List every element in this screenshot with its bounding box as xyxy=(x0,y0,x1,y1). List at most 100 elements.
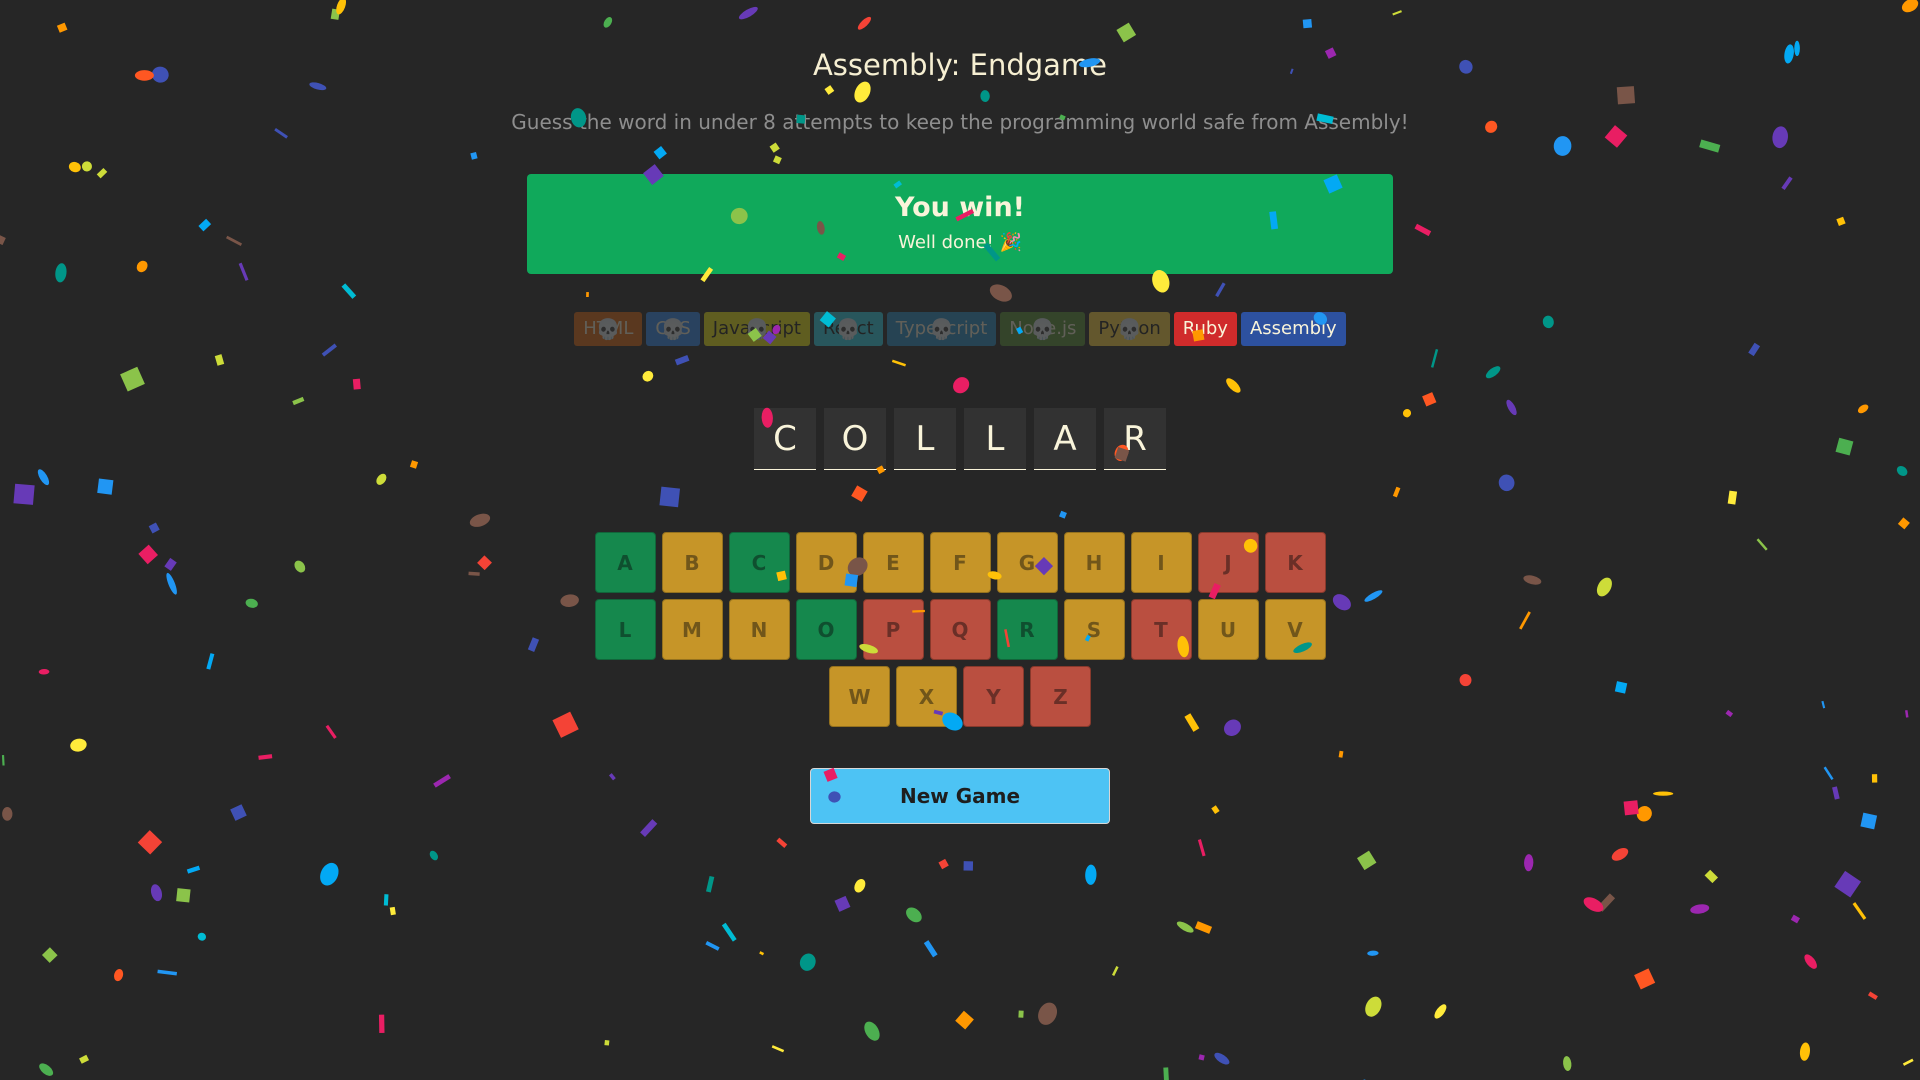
confetti-piece xyxy=(1392,10,1402,16)
confetti-piece xyxy=(1897,517,1910,530)
confetti-piece xyxy=(137,830,163,855)
confetti-piece xyxy=(1519,611,1531,630)
key-j[interactable]: J xyxy=(1197,532,1259,593)
key-i[interactable]: I xyxy=(1130,532,1192,593)
key-b[interactable]: B xyxy=(661,532,723,593)
confetti-piece xyxy=(429,850,439,861)
confetti-piece xyxy=(1905,710,1909,718)
confetti-piece xyxy=(721,922,737,942)
confetti-piece xyxy=(1836,216,1846,226)
confetti-piece xyxy=(330,8,340,20)
key-m[interactable]: M xyxy=(661,599,723,660)
confetti-piece xyxy=(230,804,247,821)
skull-icon: 💀 xyxy=(1030,317,1056,341)
game-instructions: Guess the word in under 8 attempts to ke… xyxy=(511,110,1409,134)
confetti-piece xyxy=(198,218,212,232)
confetti-piece xyxy=(1614,681,1628,694)
skull-icon: 💀 xyxy=(929,317,954,341)
confetti-piece xyxy=(1523,575,1542,585)
confetti-piece xyxy=(603,17,613,28)
key-g[interactable]: G xyxy=(996,532,1058,593)
confetti-piece xyxy=(1524,854,1534,872)
confetti-piece xyxy=(864,1021,880,1041)
key-h[interactable]: H xyxy=(1063,532,1125,593)
confetti-piece xyxy=(771,1045,785,1053)
confetti-piece xyxy=(1781,176,1793,191)
confetti-piece xyxy=(68,161,81,173)
key-o[interactable]: O xyxy=(795,599,857,660)
game-title: Assembly: Endgame xyxy=(812,48,1108,82)
key-e[interactable]: E xyxy=(862,532,924,593)
confetti-piece xyxy=(1364,590,1383,602)
confetti-piece xyxy=(1821,700,1826,709)
key-u[interactable]: U xyxy=(1197,599,1259,660)
confetti-piece xyxy=(389,906,396,916)
new-game-button[interactable]: New Game xyxy=(810,768,1110,824)
confetti-piece xyxy=(1704,869,1719,884)
key-d[interactable]: D xyxy=(795,532,857,593)
confetti-piece xyxy=(1211,805,1220,815)
key-y[interactable]: Y xyxy=(963,666,1024,727)
confetti-piece xyxy=(705,941,720,951)
confetti-piece xyxy=(1038,1002,1058,1025)
key-w[interactable]: W xyxy=(829,666,890,727)
skull-icon: 💀 xyxy=(744,317,770,341)
language-chip: Javascript 💀 xyxy=(703,312,810,346)
confetti-piece xyxy=(1832,786,1840,800)
confetti-piece xyxy=(891,359,907,367)
key-v[interactable]: V xyxy=(1264,599,1326,660)
confetti-piece xyxy=(1563,1056,1572,1071)
confetti-piece xyxy=(640,819,658,837)
confetti-piece xyxy=(1059,510,1067,519)
confetti-piece xyxy=(1860,812,1878,830)
key-z[interactable]: Z xyxy=(1030,666,1091,727)
status-message: Well done! 🎉 xyxy=(898,232,1022,253)
confetti-piece xyxy=(477,555,492,571)
confetti-piece xyxy=(642,370,654,382)
confetti-piece xyxy=(1197,839,1206,857)
confetti-piece xyxy=(1756,538,1768,551)
confetti-piece xyxy=(1727,490,1738,505)
word-letter: A xyxy=(1034,408,1096,470)
key-x[interactable]: X xyxy=(896,666,957,727)
key-k[interactable]: K xyxy=(1264,532,1326,593)
confetti-piece xyxy=(469,513,491,527)
key-t[interactable]: T xyxy=(1130,599,1192,660)
confetti-piece xyxy=(1215,282,1226,298)
confetti-piece xyxy=(1485,366,1501,379)
status-title: You win! xyxy=(895,192,1025,223)
confetti-piece xyxy=(148,522,160,534)
confetti-piece xyxy=(56,22,68,33)
key-s[interactable]: S xyxy=(1063,599,1125,660)
confetti-piece xyxy=(1799,1042,1810,1061)
confetti-piece xyxy=(245,598,258,608)
confetti-piece xyxy=(294,560,306,573)
key-l[interactable]: L xyxy=(594,599,656,660)
key-a[interactable]: A xyxy=(594,532,656,593)
confetti-piece xyxy=(854,878,866,893)
confetti-piece xyxy=(97,478,114,495)
key-f[interactable]: F xyxy=(929,532,991,593)
key-n[interactable]: N xyxy=(728,599,790,660)
key-c[interactable]: C xyxy=(728,532,790,593)
confetti-piece xyxy=(1116,22,1137,43)
confetti-piece xyxy=(81,161,93,172)
confetti-piece xyxy=(1634,968,1656,990)
confetti-piece xyxy=(955,1010,974,1030)
confetti-piece xyxy=(527,637,540,652)
confetti-piece xyxy=(206,653,215,670)
confetti-piece xyxy=(433,774,451,788)
confetti-piece xyxy=(604,1040,610,1046)
confetti-piece xyxy=(799,953,816,971)
key-r[interactable]: R xyxy=(996,599,1058,660)
confetti-piece xyxy=(164,557,177,571)
confetti-piece xyxy=(824,85,835,95)
guessed-word: COLLAR xyxy=(0,408,1920,470)
confetti-piece xyxy=(1434,1004,1447,1019)
confetti-piece xyxy=(1790,914,1801,924)
skull-icon: 💀 xyxy=(660,317,686,341)
confetti-piece xyxy=(197,932,207,941)
key-p[interactable]: P xyxy=(862,599,924,660)
key-q[interactable]: Q xyxy=(929,599,991,660)
language-chip: React 💀 xyxy=(813,312,883,346)
